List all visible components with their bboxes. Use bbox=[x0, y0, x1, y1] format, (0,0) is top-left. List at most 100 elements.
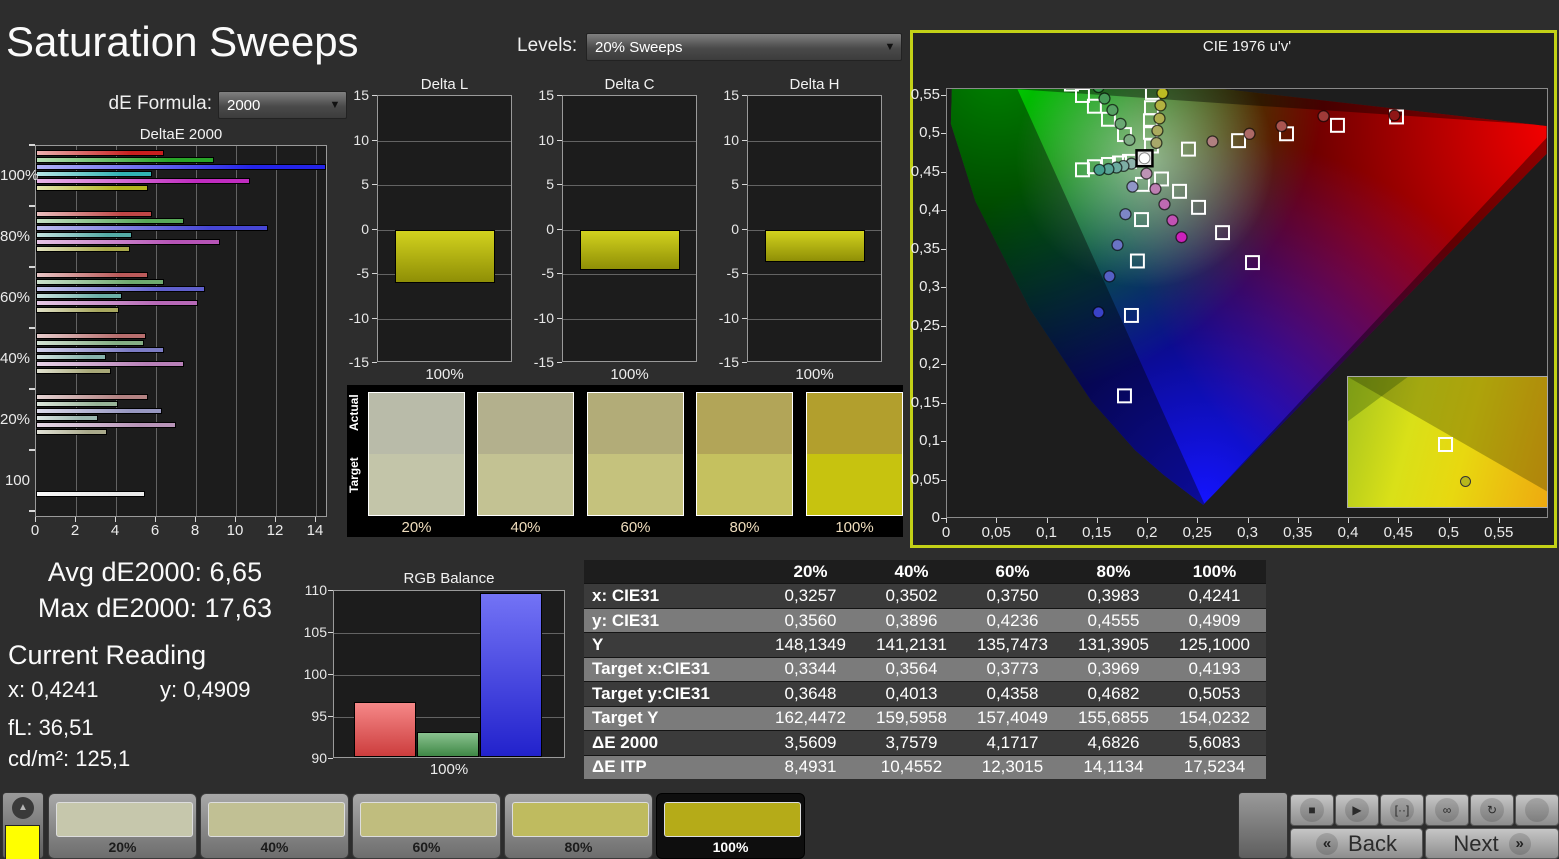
table-cell: 0,3257 bbox=[760, 586, 861, 606]
de-bar-blue-60% bbox=[36, 286, 205, 292]
table-cell: 0,4909 bbox=[1164, 611, 1265, 631]
cie-x-label: 0,25 bbox=[1177, 524, 1217, 541]
cie-measured-green bbox=[1107, 105, 1118, 116]
table-cell: 162,4472 bbox=[760, 708, 861, 728]
table-cell: 4,6826 bbox=[1063, 733, 1164, 753]
next-button-label: Next bbox=[1453, 831, 1498, 857]
transport-stop-icon: ■ bbox=[1300, 798, 1324, 822]
cie-y-label: 0,45 bbox=[902, 163, 940, 180]
transport-stop-button[interactable]: ■ bbox=[1290, 794, 1334, 826]
reading-fl: fL: 36,51 bbox=[8, 715, 94, 741]
axis-tick bbox=[29, 144, 35, 146]
axis-tick bbox=[1248, 518, 1249, 523]
table-cell: 10,4552 bbox=[861, 757, 962, 777]
cie-measured-red bbox=[1207, 136, 1218, 147]
axis-tick bbox=[372, 184, 377, 185]
table-cell: 148,1349 bbox=[760, 635, 861, 655]
patch-swatch-80% bbox=[696, 392, 793, 516]
target-swatch bbox=[588, 454, 683, 515]
table-header-cell: 80% bbox=[1063, 562, 1164, 582]
grid-line bbox=[563, 141, 696, 142]
delta-chart-plot-h[interactable] bbox=[747, 95, 882, 362]
de-group-label: 20% bbox=[0, 411, 30, 428]
table-cell: 4,1717 bbox=[962, 733, 1063, 753]
level-button-label: 20% bbox=[49, 839, 196, 855]
grid-line bbox=[236, 146, 237, 516]
cie-measured-magenta bbox=[1150, 183, 1161, 194]
level-button-100%[interactable]: 100% bbox=[656, 793, 805, 859]
table-header-cell: 60% bbox=[962, 562, 1063, 582]
level-button-80%[interactable]: 80% bbox=[504, 793, 653, 859]
table-cell: 0,3564 bbox=[861, 659, 962, 679]
cie-measured-blue bbox=[1127, 181, 1138, 192]
chevron-down-icon: ▼ bbox=[879, 41, 901, 53]
axis-tick bbox=[1499, 518, 1500, 523]
level-button-20%[interactable]: 20% bbox=[48, 793, 197, 859]
table-row-label: ΔE 2000 bbox=[584, 733, 760, 753]
axis-tick bbox=[941, 441, 946, 442]
rgb-y-label: 100 bbox=[295, 666, 327, 682]
cie-y-label: 0,1 bbox=[902, 432, 940, 449]
level-button-40%[interactable]: 40% bbox=[200, 793, 349, 859]
delta-y-label: 5 bbox=[520, 176, 554, 192]
reading-cdm2: cd/m²: 125,1 bbox=[8, 746, 130, 772]
grid-line bbox=[748, 274, 881, 275]
delta-chart-plot-c[interactable] bbox=[562, 95, 697, 362]
transport-indicator-button[interactable] bbox=[1515, 794, 1559, 826]
de-bar-green-80% bbox=[36, 218, 184, 224]
de-x-label: 6 bbox=[143, 522, 167, 539]
de-formula-value: 2000 bbox=[219, 97, 324, 114]
axis-tick bbox=[742, 273, 747, 274]
delta-y-label: -15 bbox=[520, 354, 554, 370]
cie-measured-magenta bbox=[1167, 215, 1178, 226]
delta-y-label: 10 bbox=[520, 132, 554, 148]
grid-line bbox=[276, 146, 277, 516]
transport-refresh-button[interactable]: ↻ bbox=[1470, 794, 1514, 826]
collapse-up-button[interactable]: ▲ bbox=[12, 797, 34, 819]
level-button-swatch bbox=[512, 802, 649, 837]
grid-line bbox=[116, 146, 117, 516]
grid-line bbox=[563, 185, 696, 186]
transport-play-button[interactable]: ▶ bbox=[1335, 794, 1379, 826]
actual-swatch bbox=[807, 393, 902, 454]
level-button-60%[interactable]: 60% bbox=[352, 793, 501, 859]
table-row-label: Target Y bbox=[584, 708, 760, 728]
delta-chart-plot-l[interactable] bbox=[377, 95, 512, 362]
table-cell: 0,3344 bbox=[760, 659, 861, 679]
transport-loop-button[interactable]: ∞ bbox=[1425, 794, 1469, 826]
deltae-chart-plot[interactable] bbox=[35, 145, 327, 517]
table-cell: 157,4049 bbox=[962, 708, 1063, 728]
back-button[interactable]: « Back bbox=[1290, 828, 1423, 859]
cie-x-label: 0,55 bbox=[1479, 524, 1519, 541]
target-swatch bbox=[697, 454, 792, 515]
axis-tick bbox=[557, 273, 562, 274]
table-header-cell: 20% bbox=[760, 562, 861, 582]
patch-swatch-20% bbox=[368, 392, 465, 516]
de-bar-cyan-20% bbox=[36, 415, 98, 421]
table-row: x: CIE310,32570,35020,37500,39830,4241 bbox=[584, 583, 1266, 607]
next-button[interactable]: Next » bbox=[1425, 828, 1559, 859]
grid-line bbox=[76, 146, 77, 516]
axis-tick bbox=[328, 758, 333, 759]
delta-y-label: -10 bbox=[335, 310, 369, 326]
table-row: Y148,1349141,2131135,7473131,3905125,100… bbox=[584, 632, 1266, 656]
actual-target-swatch-panel: 20%40%60%80%100%ActualTarget bbox=[347, 385, 903, 537]
grid-line bbox=[316, 146, 317, 516]
levels-dropdown[interactable]: 20% Sweeps ▼ bbox=[586, 33, 902, 61]
axis-tick bbox=[941, 133, 946, 134]
axis-tick bbox=[557, 362, 562, 363]
swatch-label: 60% bbox=[587, 519, 684, 536]
delta-bar bbox=[765, 230, 865, 263]
table-cell: 155,6855 bbox=[1063, 708, 1164, 728]
cie-measured-red bbox=[1389, 110, 1400, 121]
table-header-row: 20%40%60%80%100% bbox=[584, 560, 1266, 583]
rgb-balance-plot[interactable] bbox=[333, 590, 565, 758]
cie-zoom-inset bbox=[1347, 376, 1548, 508]
transport-marker-button[interactable]: [··] bbox=[1380, 794, 1424, 826]
delta-y-label: -15 bbox=[705, 354, 739, 370]
cie-measured-green bbox=[1115, 118, 1126, 129]
de-formula-dropdown[interactable]: 2000 ▼ bbox=[218, 91, 347, 119]
cie-measured-cyan bbox=[1094, 164, 1105, 175]
cie-x-label: 0,4 bbox=[1328, 524, 1368, 541]
table-cell: 125,1000 bbox=[1164, 635, 1265, 655]
